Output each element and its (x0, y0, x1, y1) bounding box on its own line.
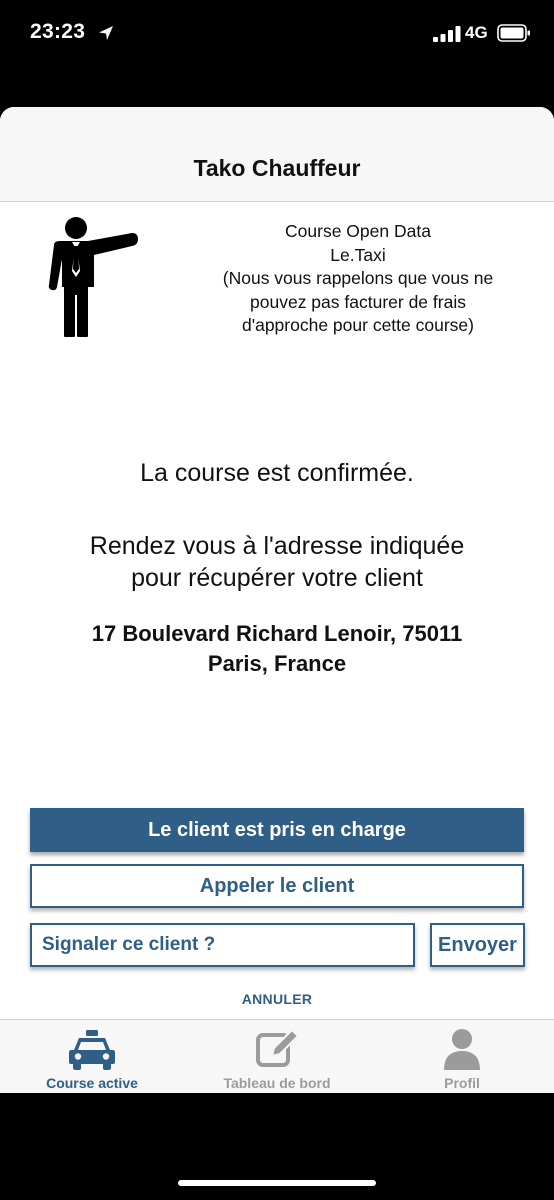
address-line: 17 Boulevard Richard Lenoir, 75011 (91, 621, 463, 646)
instruction-line: Rendez vous à l'adresse indiquée (89, 532, 465, 560)
instruction-line: pour récupérer votre client (131, 564, 423, 592)
course-info-line: (Nous vous rappelons que vous ne (222, 268, 494, 288)
instruction-text: Rendez vous à l'adresse indiquée pour ré… (40, 530, 514, 594)
home-indicator[interactable] (178, 1180, 376, 1186)
course-info: Course Open Data Le.Taxi (Nous vous rapp… (190, 220, 526, 338)
app-sheet: Tako Chauffeur Course Open Data Le.Taxi … (0, 107, 554, 1093)
battery-icon (497, 24, 530, 42)
report-client-input[interactable]: Signaler ce client ? (30, 923, 415, 967)
address-line: Paris, France (207, 651, 347, 676)
tab-label: Course active (46, 1075, 138, 1091)
tab-label: Tableau de bord (223, 1075, 331, 1091)
tab-dashboard[interactable]: Tableau de bord (184, 1020, 370, 1093)
nav-header: Tako Chauffeur (0, 107, 554, 202)
cancel-button[interactable]: ANNULER (0, 991, 554, 1007)
pointing-man-icon (48, 217, 138, 337)
client-picked-up-button[interactable]: Le client est pris en charge (30, 808, 524, 852)
location-arrow-icon (99, 26, 113, 40)
tab-profile[interactable]: Profil (370, 1020, 554, 1093)
user-icon (444, 1029, 480, 1070)
edit-icon (256, 1028, 300, 1067)
tab-course-active[interactable]: Course active (0, 1020, 184, 1093)
signal-icon (433, 26, 461, 42)
course-info-line: pouvez pas facturer de frais (250, 291, 466, 312)
tab-label: Profil (444, 1075, 480, 1091)
course-info-line: Course Open Data (285, 221, 431, 241)
taxi-icon (69, 1030, 115, 1070)
confirmation-text: La course est confirmée. (140, 459, 414, 487)
course-info-line: d'approche pour cette course) (242, 315, 474, 335)
pickup-address: 17 Boulevard Richard Lenoir, 75011 Paris… (40, 619, 514, 679)
send-button[interactable]: Envoyer (430, 923, 525, 967)
page-title: Tako Chauffeur (193, 155, 361, 181)
call-client-button[interactable]: Appeler le client (30, 864, 524, 908)
tab-bar: Course active Tableau de bord Profil (0, 1019, 554, 1093)
course-info-line: Le.Taxi (330, 244, 386, 265)
network-type: 4G (465, 23, 488, 42)
status-time: 23:23 (30, 20, 86, 43)
status-bar: 23:23 4G (0, 0, 554, 70)
